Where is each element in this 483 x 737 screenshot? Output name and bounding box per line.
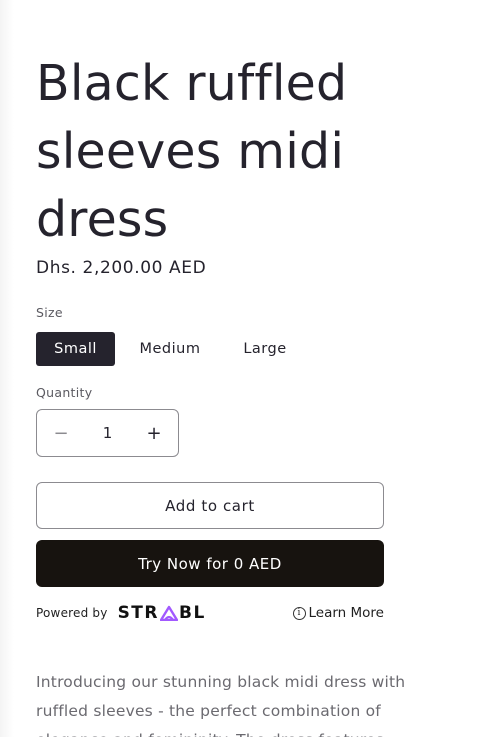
try-now-button[interactable]: Try Now for 0 AED [36,540,384,587]
strabl-a-mark-icon [160,605,178,621]
learn-more-label: Learn More [308,605,385,621]
quantity-increase-button[interactable]: + [130,410,178,456]
size-option-small[interactable]: Small [36,332,115,366]
product-description: Introducing our stunning black midi dres… [36,668,416,737]
product-title: Black ruffled sleeves midi dress [36,55,348,248]
size-option-large[interactable]: Large [225,332,305,366]
description-line: elegance and femininity. The dress featu… [36,726,416,737]
size-option-medium[interactable]: Medium [115,332,225,366]
description-line: ruffled sleeves - the perfect combinatio… [36,702,381,720]
product-price: Dhs. 2,200.00 AED [36,258,207,278]
page-edge-shadow [0,0,14,737]
quantity-label: Quantity [36,385,93,400]
quantity-decrease-button[interactable]: − [37,410,85,456]
info-icon: i [292,606,306,620]
size-label: Size [36,305,63,320]
learn-more-link[interactable]: i Learn More [292,605,385,621]
strabl-powered-row: Powered by STR BL i Learn More [36,601,384,625]
quantity-stepper: − 1 + [36,409,179,457]
powered-by-text: Powered by [36,606,108,620]
size-selector: Small Medium Large [36,332,305,366]
strabl-logo-right: BL [179,603,206,623]
description-line: Introducing our stunning black midi dres… [36,673,406,691]
strabl-logo: STR BL [118,603,206,623]
add-to-cart-button[interactable]: Add to cart [36,482,384,529]
quantity-input[interactable]: 1 [85,424,130,442]
strabl-logo-left: STR [117,603,159,623]
